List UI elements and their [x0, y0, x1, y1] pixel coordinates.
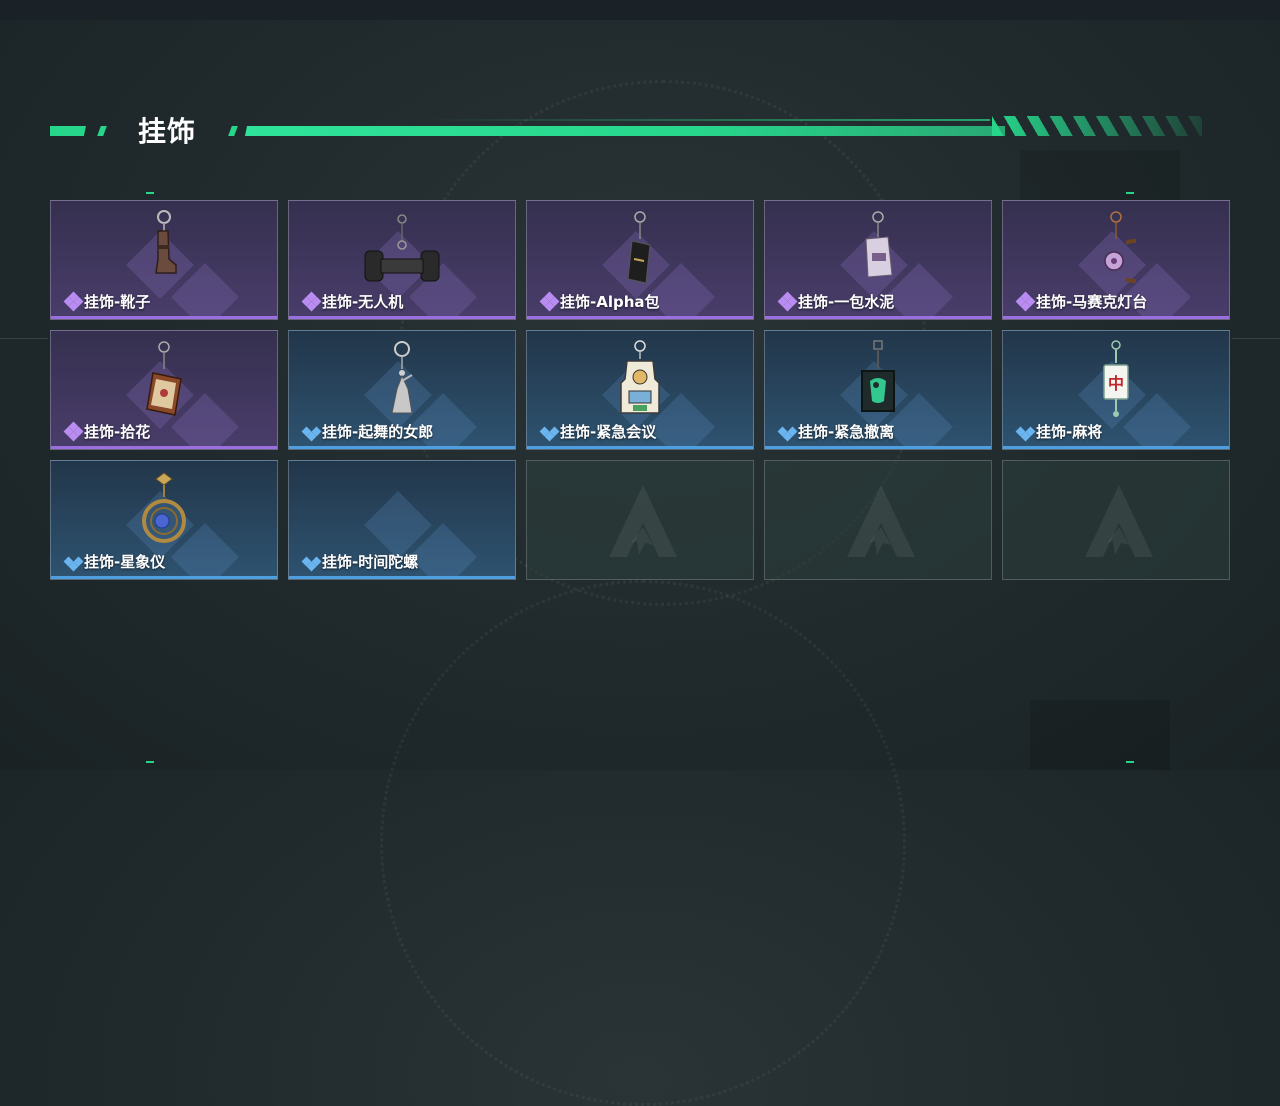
charm-name: 挂饰-星象仪 — [84, 553, 166, 571]
rarity-icon — [301, 552, 323, 572]
empty-slot — [1002, 460, 1230, 580]
rarity-line — [289, 446, 515, 449]
rarity-line — [527, 446, 753, 449]
rarity-icon — [777, 422, 799, 442]
header-accent-tick — [228, 126, 238, 136]
header-accent-bar — [50, 126, 86, 136]
rarity-icon — [63, 291, 85, 312]
rarity-line — [765, 316, 991, 319]
charm-name: 挂饰-紧急会议 — [560, 423, 657, 441]
corner-mark — [1126, 192, 1134, 194]
flower-charm-icon — [146, 341, 182, 416]
charm-card[interactable]: 中 挂饰-麻将 — [1002, 330, 1230, 450]
mosaic-lamp-charm-icon — [1104, 211, 1136, 283]
mahjong-charm-icon: 中 — [1103, 340, 1129, 417]
rarity-line — [289, 576, 515, 579]
rarity-icon — [777, 291, 799, 312]
header-thin-line — [420, 119, 990, 121]
placeholder-logo-icon — [1085, 485, 1153, 557]
charm-name: 挂饰-时间陀螺 — [322, 553, 419, 571]
rarity-line — [765, 446, 991, 449]
rarity-line — [51, 446, 277, 449]
rarity-line — [289, 316, 515, 319]
corner-mark — [1126, 761, 1134, 763]
rarity-line — [527, 316, 753, 319]
rarity-icon — [1015, 422, 1037, 442]
rarity-icon — [301, 291, 323, 312]
alpha-pack-charm-icon — [627, 211, 651, 284]
rarity-icon — [539, 291, 561, 312]
charm-card[interactable]: 挂饰-星象仪 — [50, 460, 278, 580]
background-block — [1030, 700, 1170, 770]
charm-name: 挂饰-一包水泥 — [798, 293, 895, 311]
charm-card[interactable]: 挂饰-时间陀螺 — [288, 460, 516, 580]
background-ring — [380, 580, 906, 1106]
dancer-charm-icon — [391, 341, 413, 414]
charm-card[interactable]: 挂饰-一包水泥 — [764, 200, 992, 320]
rarity-icon — [63, 552, 85, 572]
rarity-line — [51, 316, 277, 319]
rarity-icon — [63, 421, 85, 442]
charm-card[interactable]: 挂饰-紧急会议 — [526, 330, 754, 450]
corner-mark — [146, 192, 154, 194]
rarity-line — [1003, 446, 1229, 449]
charm-card[interactable]: 挂饰-Alpha包 — [526, 200, 754, 320]
rarity-line — [51, 576, 277, 579]
astrolabe-charm-icon — [142, 472, 186, 543]
cement-bag-charm-icon — [865, 211, 893, 278]
charm-name: 挂饰-麻将 — [1036, 423, 1103, 441]
header-long-bar — [245, 126, 1005, 136]
mahjong-glyph: 中 — [1108, 374, 1124, 393]
charm-name: 挂饰-紧急撤离 — [798, 423, 895, 441]
charm-name: 挂饰-靴子 — [84, 293, 151, 311]
charm-card[interactable]: 挂饰-靴子 — [50, 200, 278, 320]
corner-mark — [146, 761, 154, 763]
charm-name: 挂饰-Alpha包 — [560, 293, 660, 311]
charm-card[interactable]: 挂饰-无人机 — [288, 200, 516, 320]
meeting-charm-icon — [620, 340, 660, 414]
placeholder-logo-icon — [847, 485, 915, 557]
charm-grid: 挂饰-靴子 挂饰-无人机 挂饰-Alpha包 挂饰-一包水泥 挂饰-马赛克灯台 … — [50, 200, 1230, 580]
top-bar — [0, 0, 1280, 20]
side-line — [1232, 338, 1280, 339]
header-stripes — [992, 116, 1202, 136]
charm-card[interactable]: 挂饰-紧急撤离 — [764, 330, 992, 450]
charm-card[interactable]: 挂饰-马赛克灯台 — [1002, 200, 1230, 320]
empty-slot — [526, 460, 754, 580]
side-line — [0, 338, 48, 339]
charm-name: 挂饰-拾花 — [84, 423, 151, 441]
charm-name: 挂饰-起舞的女郎 — [322, 423, 434, 441]
evacuation-charm-icon — [861, 340, 895, 412]
charm-name: 挂饰-无人机 — [322, 293, 404, 311]
rarity-icon — [539, 422, 561, 442]
charm-name: 挂饰-马赛克灯台 — [1036, 293, 1148, 311]
boot-charm-icon — [155, 210, 177, 274]
charm-card[interactable]: 挂饰-起舞的女郎 — [288, 330, 516, 450]
charm-card[interactable]: 挂饰-拾花 — [50, 330, 278, 450]
section-title: 挂饰 — [138, 115, 197, 148]
placeholder-logo-icon — [609, 485, 677, 557]
rarity-icon — [1015, 291, 1037, 312]
empty-slot — [764, 460, 992, 580]
rarity-icon — [301, 422, 323, 442]
drone-charm-icon — [364, 214, 440, 282]
rarity-line — [1003, 316, 1229, 319]
header-accent-tick — [97, 126, 107, 136]
